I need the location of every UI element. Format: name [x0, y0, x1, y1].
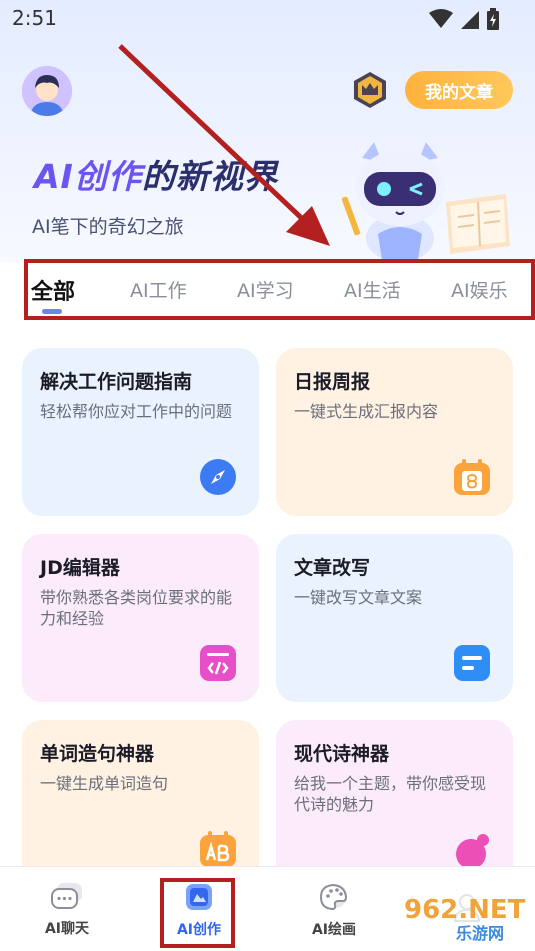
nav-ai-chat[interactable]: AI聊天 [12, 867, 122, 951]
my-articles-button[interactable]: 我的文章 [405, 71, 513, 109]
card-title: 单词造句神器 [40, 743, 155, 765]
card-desc: 轻松帮你应对工作中的问题 [40, 401, 233, 421]
status-time: 2:51 [12, 6, 57, 30]
code-icon [200, 645, 236, 681]
nav-label: AI聊天 [44, 920, 90, 937]
title-ai: AI创作 [34, 157, 142, 196]
crown-icon[interactable] [350, 70, 390, 110]
robot-cat-mascot-illustration [341, 142, 510, 262]
status-icons [429, 8, 499, 30]
site-watermark-logo: 962.NET 乐游网 [398, 887, 533, 943]
card-title: 文章改写 [294, 557, 371, 579]
card-desc: 一键改写文章文案 [294, 587, 423, 607]
title-rest: 的新视界 [141, 157, 278, 196]
avatar-image [22, 66, 72, 116]
signal-icon [461, 11, 479, 29]
svg-text:乐游网: 乐游网 [456, 924, 504, 943]
calendar-icon [454, 459, 490, 495]
wifi-icon [429, 9, 453, 28]
battery-icon [487, 8, 499, 30]
card-desc: 给我一个主题，带你感受现代诗的魅力 [294, 773, 487, 815]
nav-ai-painting[interactable]: AI绘画 [279, 867, 389, 951]
card-desc: 带你熟悉各类岗位要求的能力和经验 [40, 587, 233, 629]
compass-icon [200, 459, 236, 495]
card-desc: 一键式生成汇报内容 [294, 401, 439, 421]
svg-text:962.NET: 962.NET [404, 895, 526, 925]
page-title: AI创作的新视界 [34, 150, 278, 198]
hero-banner: 2:51 我的文章 AI创作的新视界 AI笔下的奇幻之旅 [0, 0, 535, 262]
card-title: 解决工作问题指南 [40, 371, 193, 393]
highlight-box-tabs [24, 259, 535, 320]
palette-icon [319, 883, 348, 910]
chat-icon [51, 882, 82, 909]
card-title: 现代诗神器 [294, 743, 390, 765]
avatar[interactable] [22, 66, 72, 116]
card-title: 日报周报 [294, 371, 371, 393]
card-article-rewrite[interactable]: 文章改写 一键改写文章文案 [276, 534, 513, 702]
highlight-box-nav [160, 878, 235, 948]
card-work-guide[interactable]: 解决工作问题指南 轻松帮你应对工作中的问题 [22, 348, 259, 516]
card-desc: 一键生成单词造句 [40, 773, 169, 793]
card-title: JD编辑器 [40, 557, 120, 579]
quill-icon [456, 834, 489, 869]
card-jd-editor[interactable]: JD编辑器 带你熟悉各类岗位要求的能力和经验 [22, 534, 259, 702]
page-subtitle: AI笔下的奇幻之旅 [32, 216, 184, 238]
document-icon [454, 645, 490, 681]
ab-icon [200, 831, 236, 867]
card-daily-weekly-report[interactable]: 日报周报 一键式生成汇报内容 [276, 348, 513, 516]
status-bar: 2:51 [0, 0, 535, 36]
nav-label: AI绘画 [311, 921, 357, 938]
